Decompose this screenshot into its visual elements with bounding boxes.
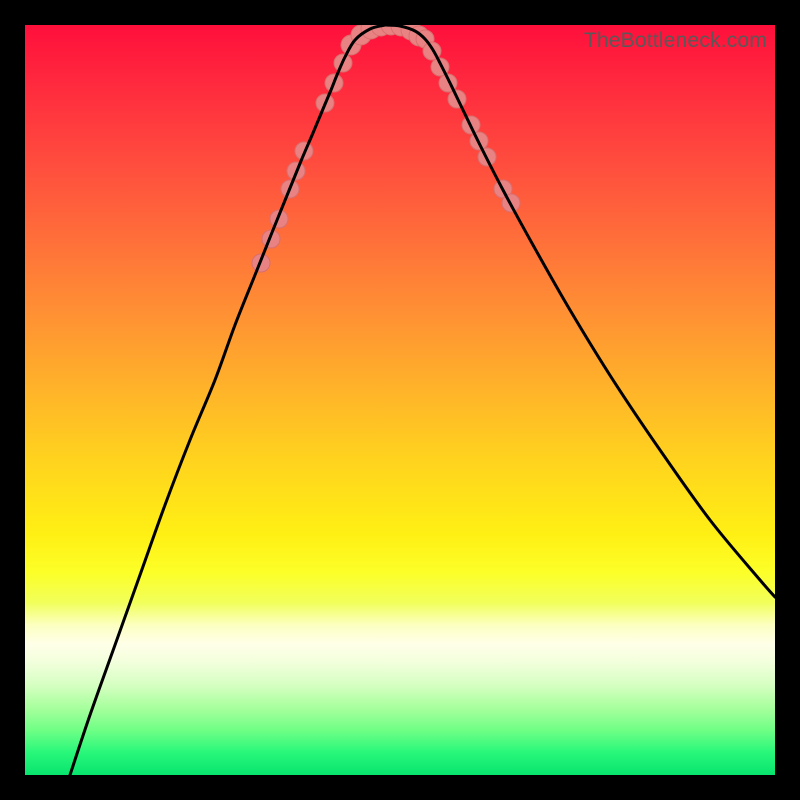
right-curve: [385, 25, 775, 597]
chart-svg: [25, 25, 775, 775]
left-curve: [70, 25, 385, 775]
plot-area: TheBottleneck.com: [25, 25, 775, 775]
left-markers: [252, 54, 352, 272]
outer-frame: TheBottleneck.com: [0, 0, 800, 800]
